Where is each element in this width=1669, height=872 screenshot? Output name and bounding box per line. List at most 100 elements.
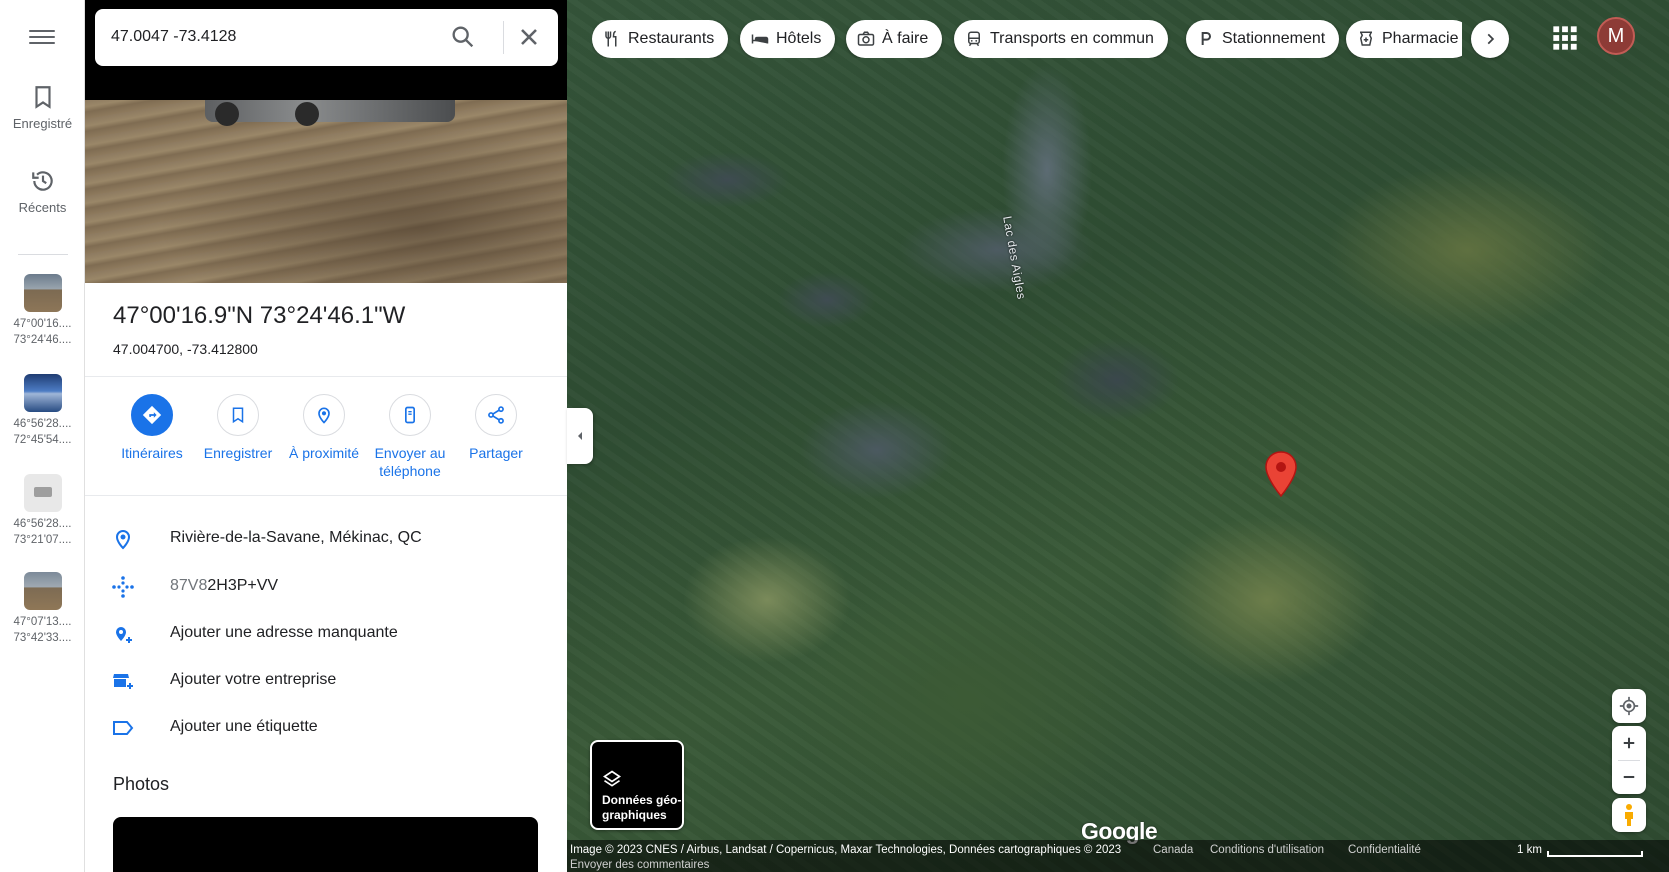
layers-label-1: Données géo- — [602, 793, 682, 807]
send-to-phone-button[interactable]: Envoyer au téléphone — [365, 394, 455, 480]
recent-thumbnail — [23, 374, 62, 412]
recents-button[interactable]: Récents — [0, 168, 85, 215]
feedback-link[interactable]: Envoyer des commentaires — [570, 859, 709, 871]
share-button[interactable]: Partager — [451, 394, 541, 462]
lake-label: Lac des Aigles — [1000, 215, 1029, 301]
nearby-label: À proximité — [288, 445, 360, 461]
chip-parking[interactable]: Stationnement — [1186, 20, 1340, 58]
recent-thumbnail — [23, 474, 62, 512]
country-link[interactable]: Canada — [1153, 844, 1193, 856]
attribution-text: Image © 2023 CNES / Airbus, Landsat / Co… — [570, 844, 1122, 856]
share-label: Partager — [469, 445, 523, 461]
search-icon[interactable] — [449, 23, 477, 51]
search-box — [95, 9, 558, 66]
chips-next-button[interactable] — [1471, 20, 1509, 58]
bookmark-icon — [34, 86, 51, 109]
chip-label: Pharmacie — [1382, 30, 1459, 47]
chip-pharmacy[interactable]: Pharmacie — [1346, 20, 1462, 58]
camera-icon — [857, 31, 875, 46]
privacy-link[interactable]: Confidentialité — [1348, 844, 1421, 856]
pegman-button[interactable] — [1612, 798, 1646, 832]
recents-label: Récents — [18, 200, 67, 215]
map-pin-icon[interactable] — [1263, 450, 1299, 498]
directions-button[interactable]: Itinéraires — [107, 394, 197, 462]
history-icon — [31, 171, 53, 191]
add-label-text: Ajouter une étiquette — [170, 718, 318, 735]
recent-item[interactable]: 47°07'13.... 73°42'33.... — [0, 572, 85, 646]
menu-icon[interactable] — [29, 26, 55, 48]
recent-item[interactable]: 47°00'16.... 73°24'46.... — [0, 274, 85, 348]
add-address-text: Ajouter une adresse manquante — [170, 624, 398, 641]
zoom-controls — [1612, 726, 1646, 794]
zoom-out-button[interactable] — [1612, 760, 1646, 794]
pluscode-prefix: 87V8 — [170, 577, 208, 594]
chip-transit[interactable]: Transports en commun — [954, 20, 1168, 58]
photo-tile[interactable] — [113, 817, 538, 872]
close-icon[interactable] — [515, 23, 543, 51]
pluscode-row[interactable]: 87V82H3P+VV — [85, 567, 567, 607]
search-input[interactable] — [111, 19, 411, 55]
add-address-row[interactable]: Ajouter une adresse manquante — [85, 614, 567, 654]
left-rail: Enregistré Récents 47°00'16.... 73°24'46… — [0, 0, 85, 872]
recent-line2: 73°21'07.... — [13, 534, 72, 546]
directions-label: Itinéraires — [121, 445, 183, 461]
pluscode-code: 2H3P+VV — [207, 577, 279, 594]
chip-hotels[interactable]: Hôtels — [740, 20, 836, 58]
saved-label: Enregistré — [12, 116, 73, 131]
send-to-phone-label-2: téléphone — [379, 463, 441, 479]
account-avatar[interactable]: M — [1597, 17, 1635, 55]
recent-line2: 73°42'33.... — [13, 632, 72, 644]
recent-item[interactable]: 46°56'28.... 72°45'54.... — [0, 374, 85, 448]
zoom-in-button[interactable] — [1612, 726, 1646, 760]
collapse-panel-button[interactable] — [567, 408, 593, 464]
address-row[interactable]: Rivière-de-la-Savane, Mékinac, QC — [85, 519, 567, 559]
add-label-row[interactable]: Ajouter une étiquette — [85, 708, 567, 748]
save-label: Enregistrer — [203, 445, 273, 461]
save-button[interactable]: Enregistrer — [193, 394, 283, 462]
share-icon — [488, 406, 504, 424]
map-canvas[interactable]: Lac des Aigles — [567, 0, 1669, 872]
map-footer: Image © 2023 CNES / Airbus, Landsat / Co… — [567, 840, 1669, 872]
terms-link[interactable]: Conditions d'utilisation — [1210, 844, 1324, 856]
chip-restaurants[interactable]: Restaurants — [592, 20, 729, 58]
pegman-icon — [1625, 804, 1633, 826]
apps-grid-icon[interactable] — [1551, 24, 1579, 52]
recent-line1: 46°56'28.... — [13, 518, 72, 530]
minus-icon — [1623, 775, 1635, 779]
place-hero-photo[interactable] — [85, 100, 567, 283]
chip-label: Transports en commun — [990, 30, 1154, 47]
phone-icon — [405, 406, 415, 424]
search-separator — [503, 21, 504, 54]
place-panel: 47°00'16.9"N 73°24'46.1"W 47.004700, -73… — [85, 0, 567, 872]
photos-heading: Photos — [113, 774, 170, 794]
chip-label: Hôtels — [776, 30, 822, 47]
nearby-button[interactable]: À proximité — [279, 394, 369, 462]
divider — [85, 495, 567, 496]
add-business-text: Ajouter votre entreprise — [170, 671, 337, 688]
recent-line1: 47°00'16.... — [13, 318, 72, 330]
chip-label: Restaurants — [628, 30, 715, 47]
transit-icon — [968, 31, 980, 47]
my-location-button[interactable] — [1612, 689, 1646, 723]
chip-label: À faire — [882, 30, 929, 47]
saved-button[interactable]: Enregistré — [0, 84, 85, 131]
pluscode-icon — [112, 576, 134, 598]
recent-item[interactable]: 46°56'28.... 73°21'07.... — [0, 474, 85, 548]
add-business-icon — [113, 674, 133, 689]
directions-icon — [142, 405, 162, 425]
address-text: Rivière-de-la-Savane, Mékinac, QC — [170, 529, 422, 546]
chevron-left-icon — [578, 432, 582, 440]
location-pin-icon — [115, 530, 131, 550]
hotel-icon — [751, 34, 769, 44]
label-icon — [113, 721, 134, 735]
place-title: 47°00'16.9"N 73°24'46.1"W — [113, 302, 406, 329]
layers-label-2: graphiques — [602, 808, 667, 822]
bookmark-icon — [232, 407, 244, 424]
restaurant-icon — [605, 30, 617, 47]
chip-things-to-do[interactable]: À faire — [846, 20, 943, 58]
layers-toggle[interactable]: Données géo- graphiques — [590, 740, 684, 830]
recent-thumbnail — [23, 572, 62, 610]
scale-bar — [1547, 851, 1643, 857]
scale-label[interactable]: 1 km — [1517, 844, 1542, 856]
add-business-row[interactable]: Ajouter votre entreprise — [85, 661, 567, 701]
